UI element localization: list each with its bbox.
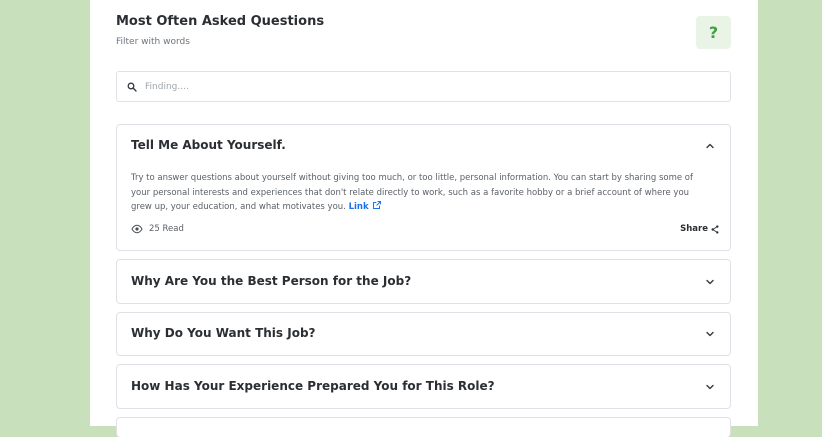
faq-question[interactable]: Tell Me About Yourself. (131, 138, 286, 152)
faq-item[interactable]: How Has Your Experience Prepared You for… (116, 364, 731, 409)
faq-panel: Most Often Asked Questions Filter with w… (90, 0, 758, 437)
external-link-icon (372, 200, 382, 210)
faq-item[interactable]: Why Do You Want This Job? (116, 312, 731, 356)
eye-icon (131, 224, 143, 234)
faq-answer-text: Try to answer questions about yourself w… (131, 173, 694, 212)
question-mark-icon: ? (708, 23, 719, 42)
search-input[interactable] (145, 81, 705, 92)
page-subtitle: Filter with words (116, 37, 190, 47)
chevron-up-icon[interactable] (705, 141, 715, 151)
chevron-down-icon[interactable] (705, 382, 715, 392)
share-label: Share (680, 224, 708, 234)
share-icon (711, 224, 719, 234)
share-button[interactable]: Share (680, 224, 719, 234)
faq-meta: 25 Read Share (131, 222, 719, 236)
read-count-label: 25 Read (149, 224, 184, 234)
help-button[interactable]: ? (696, 16, 731, 49)
faq-item: Tell Me About Yourself. Try to answer qu… (116, 124, 731, 251)
faq-question[interactable]: How Has Your Experience Prepared You for… (131, 379, 495, 393)
search-icon (127, 82, 137, 92)
faq-item[interactable]: Why Are You the Best Person for the Job? (116, 259, 731, 304)
read-count: 25 Read (131, 224, 184, 234)
faq-item[interactable] (116, 417, 731, 437)
search-box[interactable] (116, 71, 731, 102)
faq-question[interactable]: Why Are You the Best Person for the Job? (131, 274, 411, 288)
faq-answer: Try to answer questions about yourself w… (131, 171, 711, 215)
faq-question[interactable]: Why Do You Want This Job? (131, 326, 316, 340)
page-title: Most Often Asked Questions (116, 14, 325, 29)
faq-link[interactable]: Link (349, 200, 382, 212)
chevron-down-icon[interactable] (705, 329, 715, 339)
chevron-down-icon[interactable] (705, 277, 715, 287)
